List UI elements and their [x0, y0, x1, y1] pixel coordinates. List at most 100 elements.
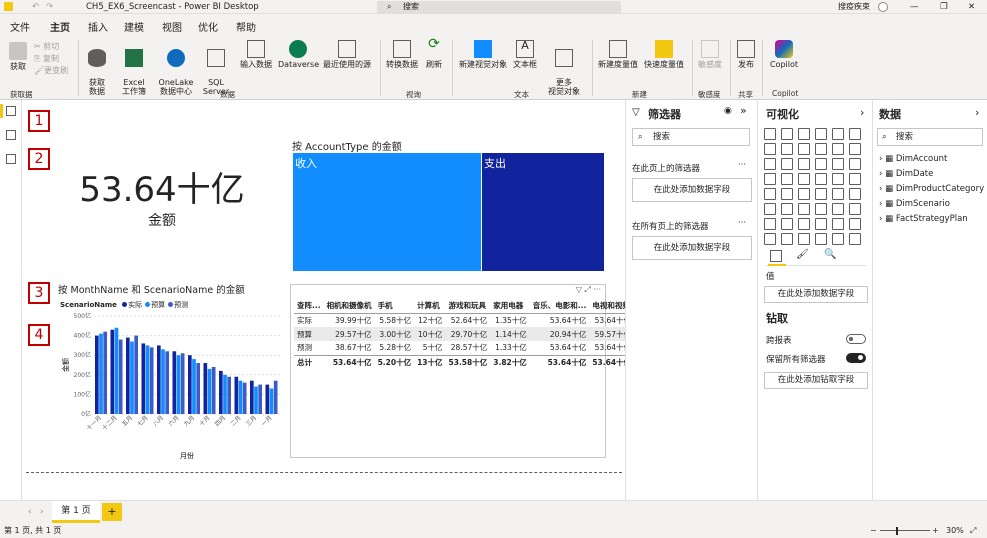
chevron-right-icon[interactable]: › [860, 106, 864, 119]
bar[interactable] [196, 363, 200, 414]
visual-type-icon[interactable] [798, 218, 810, 230]
model-view-icon[interactable] [6, 154, 16, 164]
bar[interactable] [234, 376, 239, 414]
recent-sources-button[interactable]: 最近使用的源 [320, 40, 374, 69]
bar[interactable] [110, 329, 115, 414]
focus-mode-icon[interactable]: ⤢ [584, 285, 590, 294]
dataverse-button[interactable]: Dataverse [278, 40, 319, 69]
transform-data-button[interactable]: 转换数据 [384, 40, 420, 69]
visual-type-icon[interactable] [849, 218, 861, 230]
fit-page-icon[interactable]: ⤢ [970, 524, 976, 538]
menu-insert[interactable]: 插入 [88, 19, 108, 34]
zoom-in-icon[interactable]: + [932, 524, 939, 538]
visual-type-icon[interactable] [781, 158, 793, 170]
menu-view[interactable]: 视图 [162, 19, 182, 34]
visual-type-icon[interactable] [815, 128, 827, 140]
sensitivity-button[interactable]: 敏感度 [696, 40, 724, 69]
zoom-slider-handle[interactable] [896, 527, 898, 535]
visual-type-icon[interactable] [798, 143, 810, 155]
column-header[interactable]: 游戏和玩具 [445, 299, 491, 314]
column-header[interactable]: 查阵... [294, 299, 324, 314]
menu-file[interactable]: 文件 [10, 19, 30, 34]
column-chart-visual[interactable]: 按 MonthName 和 ScenarioName 的金额 ScenarioN… [58, 282, 288, 462]
filters-search-input[interactable]: ⌕ 搜索 [632, 128, 750, 146]
visual-type-icon[interactable] [781, 203, 793, 215]
legend-item[interactable]: 实际 [119, 301, 142, 309]
visual-type-icon[interactable] [764, 188, 776, 200]
visual-type-icon[interactable] [832, 143, 844, 155]
textbox-button[interactable]: A 文本框 [512, 40, 538, 69]
visual-type-icon[interactable] [781, 128, 793, 140]
bar[interactable] [180, 353, 185, 414]
close-icon[interactable]: ✕ [968, 0, 975, 14]
bar[interactable] [258, 384, 262, 414]
visual-type-icon[interactable] [764, 143, 776, 155]
menu-modeling[interactable]: 建模 [124, 19, 144, 34]
column-header[interactable]: 计算机 [414, 299, 446, 314]
visual-type-icon[interactable] [815, 143, 827, 155]
add-page-button[interactable]: + [102, 503, 122, 521]
treemap-tile-expense[interactable]: 支出 [482, 153, 604, 271]
format-painter-button[interactable]: 🖌更变刷 [34, 66, 68, 75]
bar[interactable] [254, 386, 258, 414]
minimize-icon[interactable]: — [910, 0, 919, 14]
user-name[interactable]: 搜疫疾束 [838, 0, 870, 14]
table-row[interactable]: 预测 38.67十亿 5.28十亿 5十亿 28.57十亿 1.33十亿 53.64十亿 53… [294, 341, 634, 355]
visual-type-icon[interactable] [832, 128, 844, 140]
visual-type-icon[interactable] [781, 188, 793, 200]
visual-type-icon[interactable] [781, 233, 793, 245]
zoom-slider[interactable] [880, 530, 930, 531]
report-canvas[interactable]: 1 2 3 4 53.64十亿 金额 按 AccountType 的金额 收入 … [22, 100, 635, 475]
visual-type-icon[interactable] [832, 218, 844, 230]
visual-type-icon[interactable] [798, 188, 810, 200]
analytics-icon[interactable]: 🔍 [824, 249, 836, 260]
bar[interactable] [227, 376, 231, 414]
new-measure-button[interactable]: 新建度量值 [596, 40, 640, 69]
visual-type-icon[interactable] [815, 188, 827, 200]
bar[interactable] [165, 351, 169, 414]
report-view-icon[interactable] [6, 106, 16, 116]
bar[interactable] [192, 359, 196, 414]
bar[interactable] [145, 345, 150, 414]
table-row[interactable]: 预算 29.57十亿 3.00十亿 10十亿 29.70十亿 1.14十亿 20.94十亿 5… [294, 327, 635, 341]
table-item[interactable]: › ▦ FactStrategyPlan [879, 214, 985, 229]
bar[interactable] [103, 331, 107, 414]
visual-type-icon[interactable] [815, 218, 827, 230]
treemap-tile-income[interactable]: 收入 [293, 153, 481, 271]
visual-type-icon[interactable] [849, 158, 861, 170]
new-visual-button[interactable]: 新建视觉对象 [456, 40, 510, 69]
table-row[interactable]: 实际 39.99十亿 5.58十亿 12十亿 52.64十亿 1.35十亿 53.64十亿 5… [294, 313, 634, 327]
visual-type-icon[interactable] [798, 203, 810, 215]
visual-type-icon[interactable] [764, 158, 776, 170]
visual-type-icon[interactable] [798, 128, 810, 140]
redo-icon[interactable]: ↷ [46, 0, 53, 14]
sql-server-button[interactable]: SQL Server [202, 40, 230, 96]
visual-type-icon[interactable] [849, 173, 861, 185]
visual-type-icon[interactable] [764, 128, 776, 140]
paste-button[interactable]: 获取 [6, 42, 30, 71]
prev-page-icon[interactable]: ‹ [28, 507, 32, 517]
onelake-button[interactable]: OneLake 数据中心 [156, 40, 196, 96]
visual-type-icon[interactable] [815, 173, 827, 185]
bar[interactable] [118, 339, 123, 414]
visual-type-icon[interactable] [832, 233, 844, 245]
menu-optimize[interactable]: 优化 [198, 19, 218, 34]
copilot-button[interactable]: Copilot [766, 40, 802, 69]
next-page-icon[interactable]: › [40, 507, 44, 517]
column-header[interactable]: 家用电器 [490, 299, 530, 314]
visual-type-icon[interactable] [849, 233, 861, 245]
bar[interactable] [114, 327, 119, 414]
bar[interactable] [157, 345, 161, 414]
visual-type-icon[interactable] [798, 158, 810, 170]
legend-item[interactable]: 预算 [142, 301, 165, 309]
bar[interactable] [134, 335, 138, 414]
all-filters-drop-zone[interactable]: 在此处添加数据字段 [632, 236, 752, 260]
page-tab[interactable]: 第 1 页 [52, 501, 100, 523]
undo-icon[interactable]: ↶ [32, 0, 39, 14]
bar[interactable] [273, 380, 278, 414]
visual-type-icon[interactable] [815, 158, 827, 170]
visual-type-icon[interactable] [849, 143, 861, 155]
visual-type-icon[interactable] [781, 173, 793, 185]
bar[interactable] [188, 355, 192, 414]
bar[interactable] [250, 380, 254, 414]
